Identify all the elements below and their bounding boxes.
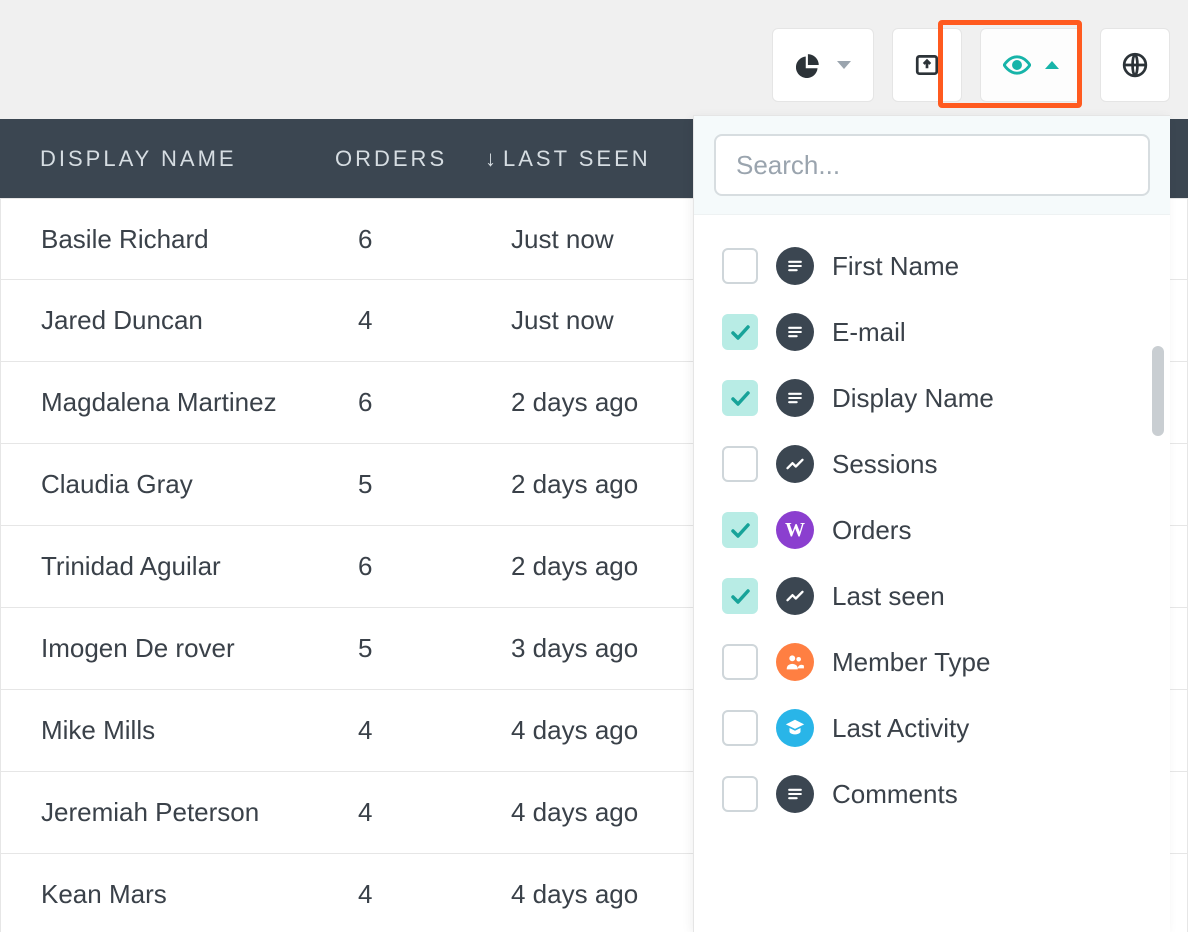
cell-display-name: Jared Duncan: [1, 305, 336, 336]
option-label: Sessions: [832, 449, 938, 480]
checkbox[interactable]: [722, 512, 758, 548]
checkbox[interactable]: [722, 578, 758, 614]
cell-display-name: Basile Richard: [1, 224, 336, 255]
cell-orders: 4: [336, 879, 486, 910]
cell-display-name: Jeremiah Peterson: [1, 797, 336, 828]
cell-orders: 4: [336, 305, 486, 336]
checkbox[interactable]: [722, 314, 758, 350]
cell-display-name: Imogen De rover: [1, 633, 336, 664]
trend-icon: [776, 577, 814, 615]
option-label: Orders: [832, 515, 911, 546]
globe-icon: [1121, 51, 1149, 79]
eye-icon: [1003, 51, 1031, 79]
column-options-list: First Name E-mail Display Name Sessions W Ord…: [694, 215, 1170, 837]
option-label: Display Name: [832, 383, 994, 414]
cell-orders: 5: [336, 633, 486, 664]
text-icon: [776, 775, 814, 813]
text-icon: [776, 247, 814, 285]
pie-chart-icon: [795, 51, 823, 79]
column-option[interactable]: First Name: [694, 233, 1170, 299]
export-button[interactable]: [892, 28, 962, 102]
checkbox[interactable]: [722, 776, 758, 812]
column-header-last-seen-label: LAST SEEN: [503, 146, 651, 171]
chart-dropdown-button[interactable]: [772, 28, 874, 102]
column-option[interactable]: Last Activity: [694, 695, 1170, 761]
globe-button[interactable]: [1100, 28, 1170, 102]
column-header-display-name[interactable]: DISPLAY NAME: [0, 146, 335, 172]
cell-orders: 6: [336, 224, 486, 255]
caret-down-icon: [837, 61, 851, 69]
cell-orders: 6: [336, 551, 486, 582]
search-wrap: [694, 116, 1170, 215]
option-label: Comments: [832, 779, 958, 810]
cell-orders: 5: [336, 469, 486, 500]
cell-display-name: Magdalena Martinez: [1, 387, 336, 418]
checkbox[interactable]: [722, 644, 758, 680]
toolbar: [772, 28, 1170, 102]
search-input[interactable]: [714, 134, 1150, 196]
checkbox[interactable]: [722, 710, 758, 746]
column-option[interactable]: Display Name: [694, 365, 1170, 431]
cell-orders: 6: [336, 387, 486, 418]
people-icon: [776, 643, 814, 681]
column-option[interactable]: E-mail: [694, 299, 1170, 365]
cell-orders: 4: [336, 715, 486, 746]
option-label: First Name: [832, 251, 959, 282]
option-label: Last seen: [832, 581, 945, 612]
text-icon: [776, 313, 814, 351]
export-icon: [913, 51, 941, 79]
cell-display-name: Kean Mars: [1, 879, 336, 910]
option-label: Member Type: [832, 647, 990, 678]
column-visibility-button[interactable]: [980, 28, 1082, 102]
column-option[interactable]: Comments: [694, 761, 1170, 827]
checkbox[interactable]: [722, 380, 758, 416]
option-label: Last Activity: [832, 713, 969, 744]
column-option[interactable]: W Orders: [694, 497, 1170, 563]
sort-descending-icon: ↓: [485, 146, 499, 171]
cell-display-name: Claudia Gray: [1, 469, 336, 500]
column-visibility-panel: First Name E-mail Display Name Sessions W Ord…: [693, 115, 1170, 932]
option-label: E-mail: [832, 317, 906, 348]
w-icon: W: [776, 511, 814, 549]
column-option[interactable]: Sessions: [694, 431, 1170, 497]
school-icon: [776, 709, 814, 747]
caret-up-icon: [1045, 61, 1059, 69]
text-icon: [776, 379, 814, 417]
checkbox[interactable]: [722, 248, 758, 284]
column-header-orders[interactable]: ORDERS: [335, 146, 485, 172]
cell-orders: 4: [336, 797, 486, 828]
checkbox[interactable]: [722, 446, 758, 482]
cell-display-name: Trinidad Aguilar: [1, 551, 336, 582]
trend-icon: [776, 445, 814, 483]
column-option[interactable]: Member Type: [694, 629, 1170, 695]
cell-display-name: Mike Mills: [1, 715, 336, 746]
column-option[interactable]: Last seen: [694, 563, 1170, 629]
scrollbar[interactable]: [1152, 346, 1164, 436]
